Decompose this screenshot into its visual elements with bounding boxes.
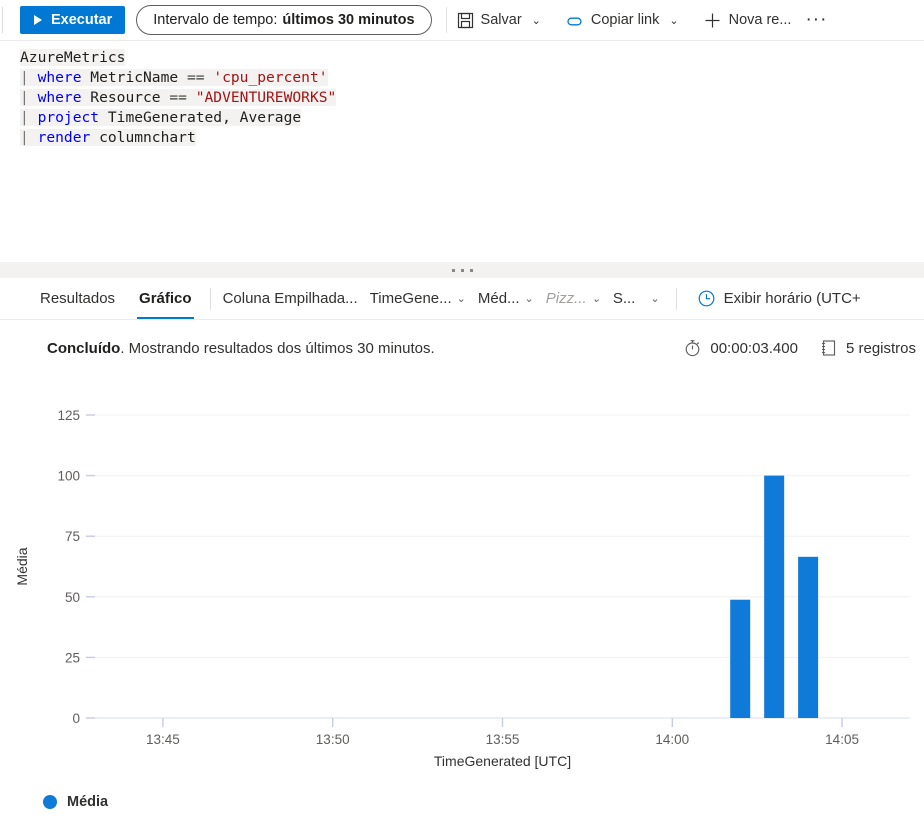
toolbar-divider-1	[445, 7, 447, 33]
chart-legend[interactable]: Média	[43, 794, 108, 810]
copy-link-label: Copiar link	[590, 12, 660, 28]
kql-line: | where MetricName == 'cpu_percent'	[20, 69, 328, 86]
chart-bar[interactable]	[798, 556, 819, 718]
kql-query-editor[interactable]: AzureMetrics | where MetricName == 'cpu_p…	[0, 41, 924, 260]
x-tick-label: 14:00	[655, 732, 689, 747]
records-icon	[820, 339, 837, 357]
query-duration-value: 00:00:03.400	[710, 339, 798, 357]
kql-line: | render columnchart	[20, 129, 196, 146]
y-axis-dropdown[interactable]: Méd... ⌄	[472, 283, 540, 315]
y-tick-label: 125	[57, 408, 80, 423]
split-by-label: Pizz...	[545, 290, 587, 307]
status-message: Concluído. Mostrando resultados dos últi…	[47, 340, 435, 357]
chevron-down-icon: ⌄	[531, 14, 541, 27]
chevron-down-icon: ⌄	[650, 293, 660, 305]
y-axis-title: Média	[14, 547, 30, 585]
y-axis-label: Méd...	[477, 290, 520, 307]
legend-color-swatch	[43, 795, 57, 809]
status-state: Concluído	[47, 339, 121, 357]
plus-icon	[703, 11, 722, 30]
utc-label: Exibir horário (UTC+	[723, 290, 861, 307]
x-axis-title: TimeGenerated [UTC]	[434, 753, 571, 769]
status-metrics: 00:00:03.400 5 registros	[684, 339, 924, 357]
x-axis-label: TimeGene...	[369, 290, 452, 307]
y-tick-label: 75	[65, 529, 80, 544]
link-chain-icon	[565, 12, 584, 29]
split-by-dropdown[interactable]: Pizz... ⌄	[540, 283, 607, 315]
legend-label: Média	[67, 794, 109, 810]
chart-bar[interactable]	[730, 599, 751, 718]
x-tick-label: 13:45	[146, 732, 180, 747]
time-range-picker[interactable]: Intervalo de tempo: últimos 30 minutos	[136, 5, 432, 35]
stopwatch-icon	[684, 339, 701, 357]
kql-line: | project TimeGenerated, Average	[20, 109, 302, 126]
run-query-button[interactable]: Executar	[20, 6, 126, 34]
utc-divider	[675, 287, 677, 310]
copy-link-button[interactable]: Copiar link ⌄	[557, 4, 687, 36]
time-range-value: últimos 30 minutos	[282, 12, 415, 28]
y-tick-label: 50	[65, 590, 80, 605]
query-status-bar: Concluído. Mostrando resultados dos últi…	[0, 320, 924, 376]
tab-chart[interactable]: Gráfico	[127, 278, 204, 319]
kql-line: | where Resource == "ADVENTUREWORKS"	[20, 89, 337, 106]
chevron-down-icon: ⌄	[524, 293, 534, 305]
new-query-label: Nova re...	[728, 12, 792, 28]
x-tick-label: 14:05	[825, 732, 859, 747]
kql-code[interactable]: AzureMetrics | where MetricName == 'cpu_p…	[0, 48, 924, 148]
chart-bar[interactable]	[764, 475, 785, 718]
save-button[interactable]: Salvar ⌄	[449, 4, 549, 36]
kql-line: AzureMetrics	[20, 49, 126, 66]
log-analytics-query-page: Executar Intervalo de tempo: últimos 30 …	[0, 0, 924, 818]
clock-icon	[697, 289, 716, 308]
chart-canvas[interactable]: 0 25 50 75 100 125 Média 13:45 13:50 13:55 14:00 14…	[0, 376, 924, 776]
editor-results-splitter[interactable]	[0, 262, 924, 278]
toolbar-divider-start	[2, 7, 3, 33]
save-disk-icon	[457, 12, 474, 29]
record-count: 5 registros	[820, 339, 916, 357]
x-tick-label: 13:55	[486, 732, 520, 747]
results-tab-bar: Resultados Gráfico Coluna Empilhada... T…	[0, 278, 924, 320]
chart-type-label: Coluna Empilhada...	[222, 290, 358, 307]
play-triangle-icon	[31, 14, 44, 27]
y-tick-label: 0	[72, 711, 80, 726]
query-duration: 00:00:03.400	[684, 339, 798, 357]
tab-results[interactable]: Resultados	[28, 278, 127, 319]
main-toolbar: Executar Intervalo de tempo: últimos 30 …	[0, 0, 924, 41]
time-range-label: Intervalo de tempo:	[153, 12, 278, 28]
tabs-divider	[209, 287, 211, 310]
chevron-down-icon: ⌄	[456, 293, 466, 305]
x-axis-dropdown[interactable]: TimeGene... ⌄	[364, 283, 472, 315]
status-detail: . Mostrando resultados dos últimos 30 mi…	[120, 339, 435, 357]
chart-type-dropdown[interactable]: Coluna Empilhada...	[217, 283, 364, 315]
save-label: Salvar	[480, 12, 522, 28]
x-tick-label: 13:50	[316, 732, 350, 747]
chevron-down-icon: ⌄	[591, 293, 601, 305]
display-time-utc-toggle[interactable]: Exibir horário (UTC+	[691, 289, 867, 308]
aggregation-dropdown[interactable]: S... ⌄	[607, 283, 666, 315]
y-tick-label: 25	[65, 650, 80, 665]
chevron-down-icon: ⌄	[669, 14, 679, 27]
more-options-button[interactable]: ···	[799, 10, 833, 29]
column-chart: 0 25 50 75 100 125 Média 13:45 13:50 13:55 14:00 14…	[0, 376, 924, 818]
splitter-grip-icon	[451, 268, 473, 272]
run-button-label: Executar	[51, 12, 113, 28]
new-query-button[interactable]: Nova re...	[695, 4, 800, 36]
y-tick-label: 100	[57, 469, 80, 484]
aggregation-label: S...	[612, 290, 636, 307]
record-count-value: 5 registros	[845, 339, 916, 357]
